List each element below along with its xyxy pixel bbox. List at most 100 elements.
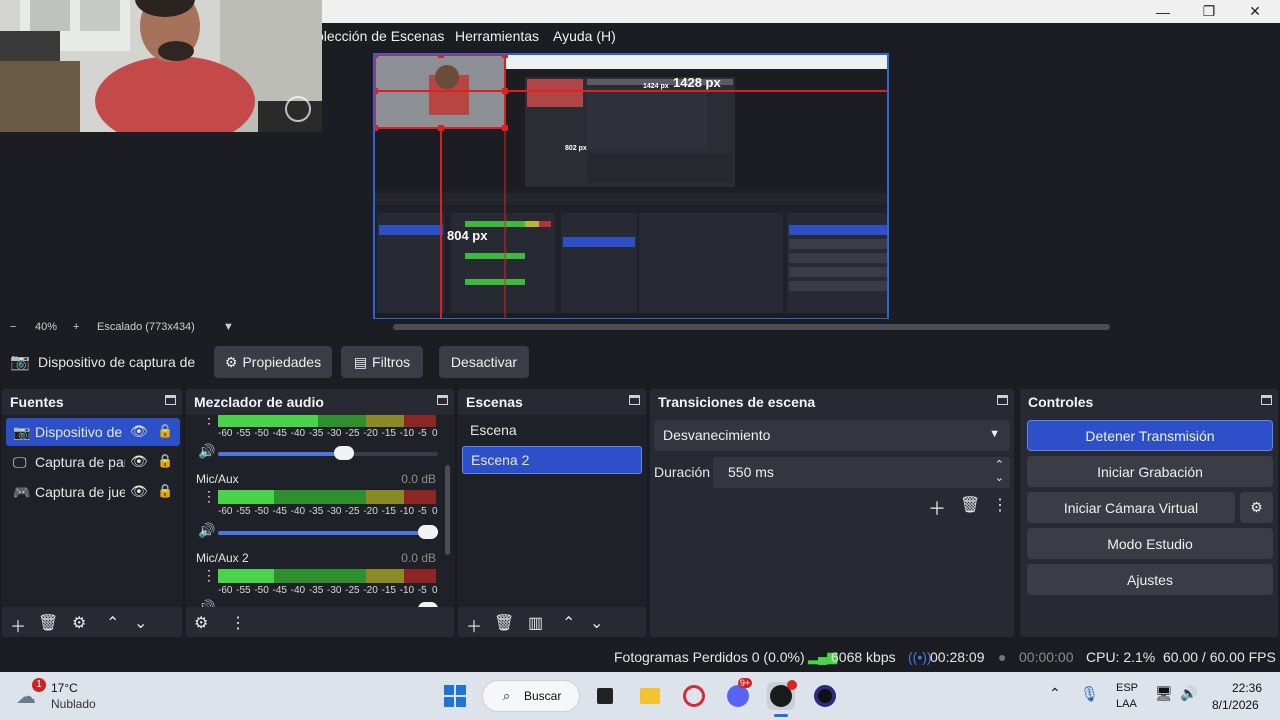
move-down-icon[interactable]: ⌄ [590, 613, 603, 633]
volume-knob[interactable] [334, 446, 355, 460]
float-dock-icon[interactable] [997, 395, 1008, 405]
maximize-button[interactable]: ❐ [1186, 0, 1232, 23]
studio-mode-button[interactable]: Modo Estudio [1027, 528, 1273, 559]
speaker-icon[interactable]: 🔊 [1180, 685, 1197, 702]
sources-title: Fuentes [10, 394, 64, 410]
move-up-icon[interactable]: ⌃ [562, 613, 575, 633]
windows-logo [444, 685, 466, 707]
remove-transition-icon[interactable]: 🗑 [960, 495, 980, 515]
taskbar-search[interactable]: ⌕ Buscar [482, 680, 580, 712]
task-view-icon[interactable] [591, 682, 619, 710]
zoom-in-button[interactable]: + [73, 321, 79, 333]
meter-tick-label: -30 [327, 428, 342, 439]
minimize-button[interactable]: — [1140, 0, 1186, 23]
clock-time[interactable]: 22:36 [1232, 681, 1262, 695]
preview-scrollbar[interactable] [393, 324, 1110, 330]
scene-item-selected[interactable]: Escena 2 [462, 446, 642, 474]
add-icon[interactable]: ＋ [466, 613, 482, 637]
move-down-icon[interactable]: ⌄ [134, 613, 147, 633]
menu-help[interactable]: Ayuda (H) [553, 28, 616, 44]
trash-icon[interactable]: 🗑 [38, 613, 58, 633]
duration-spinbox[interactable]: 550 ms ⌃ ⌄ [713, 457, 1010, 488]
move-up-icon[interactable]: ⌃ [106, 613, 119, 633]
scene-item[interactable]: Escena [462, 417, 642, 445]
lang-bottom[interactable]: LAA [1116, 698, 1137, 710]
zoom-out-button[interactable]: − [10, 321, 16, 333]
visibility-eye-icon[interactable]: 👁 [130, 423, 148, 440]
filter-icon[interactable]: ▥ [528, 613, 543, 633]
filters-button[interactable]: ▤ Filtros [341, 346, 423, 378]
more-options-icon[interactable]: ⋮ [230, 613, 246, 633]
source-item-display-capture[interactable]: 🖵 Captura de par 👁 🔒 [6, 448, 180, 476]
source-label: Dispositivo de [35, 424, 123, 440]
float-dock-icon[interactable] [629, 395, 640, 405]
obs-secondary-icon[interactable] [811, 682, 839, 710]
weather-widget[interactable]: ☁ 1 17°C Nublado [16, 678, 136, 714]
lock-icon[interactable]: 🔒 [157, 423, 173, 439]
meter-tick-label: -35 [308, 506, 324, 517]
volume-knob[interactable] [418, 525, 438, 539]
transition-select[interactable]: Desvanecimiento ▼ [654, 420, 1010, 451]
spin-up-icon[interactable]: ⌃ [995, 458, 1004, 471]
channel-menu-icon[interactable]: ⋮ [202, 415, 216, 425]
discord-icon[interactable]: 9+ [724, 678, 753, 710]
taskbar: ☁ 1 17°C Nublado ⌕ Buscar 9+ ⌃ 🎙 ESP LAA… [0, 672, 1280, 720]
transition-properties-icon[interactable]: ⋮ [992, 495, 1008, 515]
mixer-scrollbar[interactable] [445, 465, 450, 555]
obs-icon[interactable] [767, 680, 797, 710]
file-explorer-icon[interactable] [636, 682, 664, 710]
duration-label: Duración [654, 464, 711, 480]
gear-icon: ⚙ [224, 353, 238, 370]
monitor-icon: 🖵 [13, 454, 27, 470]
add-transition-icon[interactable]: ＋ [928, 495, 946, 521]
visibility-eye-icon[interactable]: 👁 [130, 483, 148, 500]
float-dock-icon[interactable] [1261, 395, 1272, 405]
volume-slider[interactable] [218, 525, 438, 539]
search-icon: ⌕ [503, 688, 511, 703]
meter-tick-label: -60 [218, 585, 233, 596]
start-recording-button[interactable]: Iniciar Grabación [1027, 456, 1273, 487]
close-button[interactable]: ✕ [1232, 0, 1278, 23]
start-virtual-camera-button[interactable]: Iniciar Cámara Virtual [1027, 492, 1235, 523]
advanced-audio-gear-icon[interactable]: ⚙ [194, 613, 208, 633]
chevron-down-icon: ▼ [989, 428, 1000, 440]
lang-top[interactable]: ESP [1116, 682, 1138, 694]
network-icon[interactable]: 🖥 [1155, 685, 1173, 702]
windows-start-icon[interactable] [441, 682, 469, 710]
opera-icon[interactable] [680, 682, 708, 710]
deactivate-button[interactable]: Desactivar [439, 346, 529, 378]
properties-button[interactable]: ⚙ Propiedades [214, 346, 332, 378]
virtual-camera-settings-button[interactable]: ⚙ [1240, 492, 1273, 523]
float-dock-icon[interactable] [437, 395, 448, 405]
source-item-video-capture[interactable]: 📷 Dispositivo de 👁 🔒 [6, 418, 180, 446]
volume-icon[interactable]: 🔊 [198, 443, 215, 460]
spin-down-icon[interactable]: ⌄ [995, 471, 1004, 484]
lock-icon[interactable]: 🔒 [157, 453, 173, 469]
source-item-game-capture[interactable]: 🎮 Captura de jue 👁 🔒 [6, 478, 180, 506]
menu-scene-collection[interactable]: olección de Escenas [316, 28, 444, 44]
microphone-icon[interactable]: 🎙 [1080, 685, 1099, 703]
volume-slider[interactable] [218, 446, 438, 460]
add-icon[interactable]: ＋ [10, 613, 26, 637]
clock-date[interactable]: 8/1/2026 [1212, 698, 1259, 712]
stop-streaming-button[interactable]: Detener Transmisión [1027, 420, 1273, 451]
channel-menu-icon[interactable]: ⋮ [202, 568, 216, 582]
settings-button[interactable]: Ajustes [1027, 564, 1273, 595]
transition-selected: Desvanecimiento [663, 427, 771, 443]
hidden-icons-chevron[interactable]: ⌃ [1049, 685, 1061, 702]
meter-tick-label: -60 [218, 506, 233, 517]
weather-badge: 1 [32, 678, 46, 692]
sources-dock: Fuentes 📷 Dispositivo de 👁 🔒 🖵 Captura d… [2, 389, 182, 637]
meter-tick-label: -20 [363, 585, 378, 596]
scale-dropdown-icon[interactable]: ▼ [223, 321, 234, 333]
menu-tools[interactable]: Herramientas [455, 28, 539, 44]
lock-icon[interactable]: 🔒 [157, 483, 173, 499]
preview-canvas[interactable]: 1428 px 804 px 1424 px 802 px [373, 53, 889, 319]
visibility-eye-icon[interactable]: 👁 [130, 453, 148, 470]
float-dock-icon[interactable] [165, 395, 176, 405]
meter-ticks: -60 -55 -50 -45 -40 -35 -30 -25 -20 -15 -10 -5 0 [218, 428, 442, 440]
trash-icon[interactable]: 🗑 [494, 613, 514, 633]
channel-menu-icon[interactable]: ⋮ [202, 489, 216, 503]
volume-icon[interactable]: 🔊 [198, 522, 215, 539]
gear-icon[interactable]: ⚙ [72, 613, 86, 633]
